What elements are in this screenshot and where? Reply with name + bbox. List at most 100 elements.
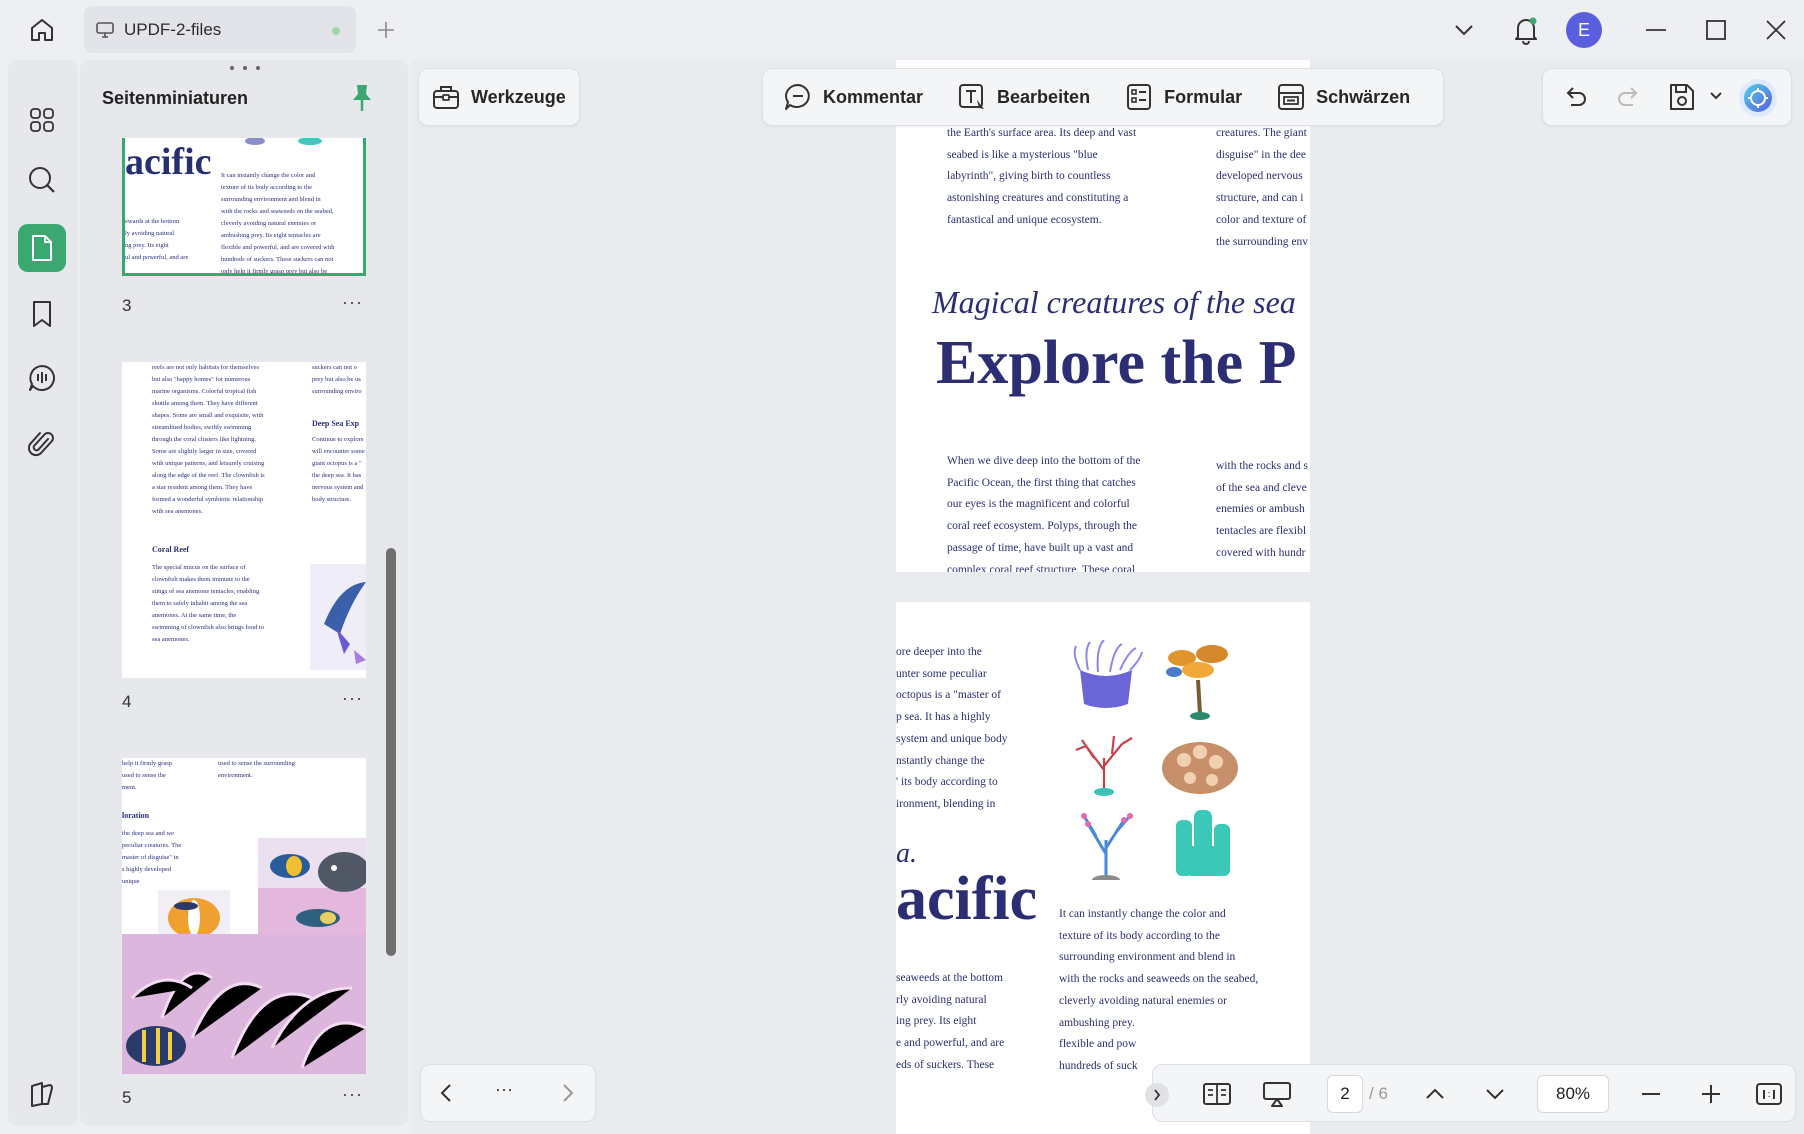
ai-assistant-button[interactable]: [1739, 79, 1777, 117]
new-tab-button[interactable]: [372, 16, 400, 44]
undo-button[interactable]: [1561, 83, 1589, 111]
form-icon: [1124, 82, 1154, 112]
next-page-arrow[interactable]: [1475, 1075, 1515, 1113]
panel-title: Seitenminiaturen: [102, 88, 249, 108]
save-options-dropdown[interactable]: [1709, 91, 1723, 101]
total-pages: / 6: [1369, 1084, 1388, 1103]
thumbnail-more-button[interactable]: ···: [342, 688, 363, 709]
minimize-button[interactable]: [1636, 12, 1676, 48]
attachments-button[interactable]: [18, 420, 66, 468]
search-button[interactable]: [18, 156, 66, 204]
document-tab[interactable]: UPDF-2-files: [84, 6, 356, 53]
page-layout-button[interactable]: [1197, 1075, 1237, 1113]
zoom-out-button[interactable]: [1631, 1075, 1671, 1113]
panel-resize-handle[interactable]: [230, 66, 260, 72]
pdf-page[interactable]: ore deeper into the unter some peculiar oc…: [896, 602, 1310, 1134]
document-viewport: the Earth's surface area. Its deep and v…: [412, 60, 1804, 1134]
toolbox-icon: [431, 82, 461, 112]
thumb-text-col1b: The special mucus on the surface of clown…: [152, 564, 264, 643]
formular-label: Formular: [1164, 86, 1243, 107]
grid-icon: [30, 108, 54, 132]
monitor-icon: [96, 21, 114, 38]
collapse-bar-button[interactable]: [1145, 1083, 1169, 1107]
coral-illustrations: [1073, 640, 1238, 880]
maximize-button[interactable]: [1696, 12, 1736, 48]
thumb-text-col1b: used to sense the surrounding environment…: [218, 760, 295, 779]
saved-status-dot: [332, 27, 340, 35]
schwaerzen-button[interactable]: Schwärzen: [1276, 69, 1410, 125]
kommentar-button[interactable]: Kommentar: [783, 69, 923, 125]
page-text-col1-bottom: When we dive deep into the bottom of the…: [947, 455, 1141, 572]
next-page-button[interactable]: [561, 1083, 575, 1103]
thumb-heading: acific: [125, 141, 212, 183]
pdf-page[interactable]: the Earth's surface area. Its deep and v…: [896, 60, 1310, 572]
presentation-icon: [1263, 1082, 1291, 1107]
layers-icon: [31, 1082, 53, 1107]
thumbnail-more-button[interactable]: ···: [342, 1084, 363, 1105]
user-avatar[interactable]: E: [1566, 12, 1602, 48]
redo-button[interactable]: [1615, 83, 1643, 111]
zoom-level-input[interactable]: 80%: [1537, 1075, 1609, 1113]
notifications-button[interactable]: [1506, 12, 1546, 48]
view-controls-bar: 2 / 6 80%: [1145, 1064, 1796, 1122]
edit-text-icon: [957, 82, 987, 112]
thumbnail-page-3[interactable]: acific ewards at the bottom ly avoiding n…: [122, 138, 366, 276]
home-button[interactable]: [22, 12, 62, 48]
apps-button[interactable]: [18, 96, 66, 144]
thumbnail-number: 3: [122, 296, 132, 315]
anemone-illustration: [1073, 640, 1143, 708]
thumb-coral-heading: Coral Reef: [152, 545, 190, 554]
tabs-dropdown-button[interactable]: [1444, 12, 1484, 48]
coral-base: [1094, 788, 1114, 796]
sea-creature-image: [245, 138, 322, 145]
page-text-col2-top: creatures. The giant disguise" in the dee…: [1216, 127, 1308, 248]
dolphin-image: [310, 564, 366, 670]
page-title: Explore the P: [936, 329, 1297, 397]
red-coral-illustration: [1075, 735, 1133, 790]
thumb-text-col2: It can instantly change the color and tex…: [221, 172, 335, 275]
thumb-text-col1: reefs are not only habitats for themselv…: [152, 364, 265, 515]
chevron-right-icon: [563, 1084, 574, 1102]
zoom-in-button[interactable]: [1691, 1075, 1731, 1113]
actions-toolbar: [1542, 68, 1792, 126]
actual-size-icon: [1756, 1083, 1782, 1105]
comment-icon: [783, 82, 813, 112]
layers-button[interactable]: [18, 1070, 66, 1118]
page-text-col-left2: seaweeds at the bottom rly avoiding natur…: [896, 972, 1005, 1071]
presentation-button[interactable]: [1257, 1075, 1297, 1113]
thumbnail-number: 5: [122, 1088, 132, 1107]
thumbnails-button[interactable]: [18, 224, 66, 272]
werkzeuge-label: Werkzeuge: [471, 86, 566, 107]
tools-menu-button[interactable]: Werkzeuge: [418, 68, 580, 126]
thumbnail-page-5[interactable]: help it firmly grasp used to sense the men…: [122, 758, 366, 1074]
close-window-button[interactable]: [1756, 12, 1796, 48]
chevron-left-icon: [440, 1084, 451, 1102]
plus-icon: [378, 22, 394, 38]
page-heading: acific: [896, 865, 1038, 933]
formular-button[interactable]: Formular: [1124, 69, 1242, 125]
previous-page-arrow[interactable]: [1415, 1075, 1455, 1113]
thumbnail-number: 4: [122, 692, 132, 711]
bookmark-icon: [33, 301, 51, 327]
page-text-col2-bottom: with the rocks and s of the sea and cleve…: [1216, 460, 1308, 559]
thumb-text-col1: ewards at the bottom ly avoiding natural n…: [125, 218, 189, 261]
bookmarks-button[interactable]: [18, 290, 66, 338]
page-text-col-right: It can instantly change the color and tex…: [1059, 908, 1259, 1072]
comment-icon: [29, 365, 55, 391]
paperclip-icon: [28, 432, 54, 457]
more-pages-button[interactable]: ···: [495, 1079, 513, 1100]
comments-button[interactable]: [18, 354, 66, 402]
thumbnail-page-4[interactable]: reefs are not only habitats for themselv…: [122, 362, 366, 678]
previous-page-button[interactable]: [439, 1083, 453, 1103]
save-button[interactable]: [1667, 81, 1697, 113]
bearbeiten-button[interactable]: Bearbeiten: [957, 69, 1090, 125]
page-icon: [32, 235, 52, 261]
save-icon: [1670, 84, 1694, 110]
maximize-icon: [1706, 20, 1726, 40]
pin-panel-button[interactable]: [348, 82, 376, 114]
actual-size-button[interactable]: [1749, 1075, 1789, 1113]
werkzeuge-button[interactable]: Werkzeuge: [431, 69, 566, 125]
thumbnail-scrollbar[interactable]: [386, 548, 396, 956]
current-page-input[interactable]: 2: [1327, 1075, 1363, 1113]
thumbnail-more-button[interactable]: ···: [342, 292, 363, 313]
